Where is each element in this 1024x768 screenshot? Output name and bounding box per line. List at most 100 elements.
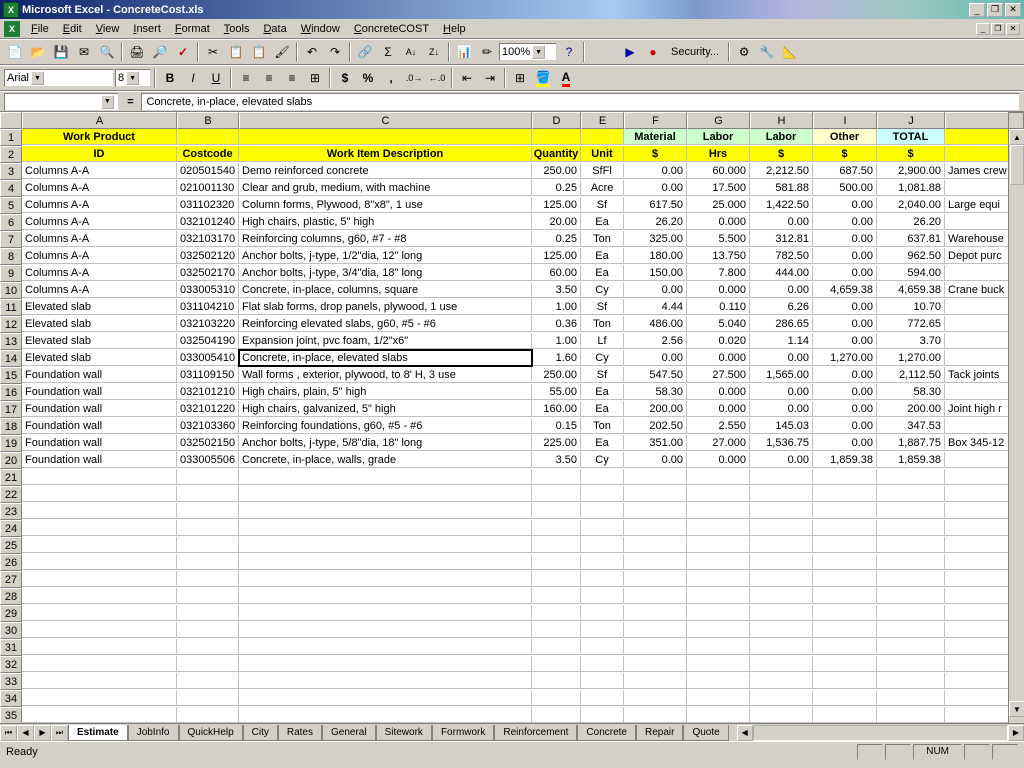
cell-11-B[interactable]: 031104210	[177, 299, 239, 315]
cell-30-10[interactable]	[945, 622, 1013, 638]
cell-5-F[interactable]: 617.50	[624, 197, 687, 213]
row-header-22[interactable]: 22	[0, 486, 22, 503]
cell-12-K[interactable]	[945, 316, 1013, 332]
cell-3-B[interactable]: 020501540	[177, 163, 239, 179]
cell-10-G[interactable]: 0.000	[687, 282, 750, 298]
cell-33-9[interactable]	[877, 673, 945, 689]
cell-18-J[interactable]: 347.53	[877, 418, 945, 434]
cell-34-1[interactable]	[177, 690, 239, 706]
cell-30-0[interactable]	[22, 622, 177, 638]
row-header-11[interactable]: 11	[0, 299, 22, 316]
cell-16-J[interactable]: 58.30	[877, 384, 945, 400]
cell-2-G[interactable]: Hrs	[687, 146, 750, 162]
cell-35-5[interactable]	[624, 707, 687, 723]
cell-13-E[interactable]: Lf	[581, 333, 624, 349]
cell-23-5[interactable]	[624, 503, 687, 519]
align-left-icon[interactable]: ≡	[235, 67, 257, 89]
cell-2-I[interactable]: $	[813, 146, 877, 162]
record-macro-icon[interactable]: ●	[642, 41, 664, 63]
cell-16-G[interactable]: 0.000	[687, 384, 750, 400]
cell-13-B[interactable]: 032504190	[177, 333, 239, 349]
cell-15-I[interactable]: 0.00	[813, 367, 877, 383]
hyperlink-icon[interactable]: 🔗	[354, 41, 376, 63]
cell-35-1[interactable]	[177, 707, 239, 723]
cell-7-K[interactable]: Warehouse	[945, 231, 1013, 247]
vertical-scrollbar[interactable]: ▲ ▼	[1008, 129, 1024, 723]
cell-1-J[interactable]: TOTAL	[877, 129, 945, 145]
cell-13-A[interactable]: Elevated slab	[22, 333, 177, 349]
cell-25-8[interactable]	[813, 537, 877, 553]
cell-34-4[interactable]	[581, 690, 624, 706]
cell-30-1[interactable]	[177, 622, 239, 638]
cell-6-H[interactable]: 0.00	[750, 214, 813, 230]
cell-23-6[interactable]	[687, 503, 750, 519]
cell-9-G[interactable]: 7.800	[687, 265, 750, 281]
controls-icon[interactable]: 📐	[779, 41, 801, 63]
cell-33-2[interactable]	[239, 673, 532, 689]
cell-13-C[interactable]: Expansion joint, pvc foam, 1/2"x6"	[239, 333, 532, 349]
zoom-combo[interactable]: 100%▼	[499, 43, 557, 61]
cell-25-0[interactable]	[22, 537, 177, 553]
cell-31-4[interactable]	[581, 639, 624, 655]
cell-2-D[interactable]: Quantity	[532, 146, 581, 162]
cell-33-3[interactable]	[532, 673, 581, 689]
cell-31-3[interactable]	[532, 639, 581, 655]
menu-insert[interactable]: Insert	[126, 21, 168, 37]
cell-28-8[interactable]	[813, 588, 877, 604]
minimize-button[interactable]: _	[969, 3, 985, 17]
cell-14-I[interactable]: 1,270.00	[813, 350, 877, 366]
cell-1-H[interactable]: Labor	[750, 129, 813, 145]
save-icon[interactable]: 💾	[50, 41, 72, 63]
cell-34-0[interactable]	[22, 690, 177, 706]
cell-26-6[interactable]	[687, 554, 750, 570]
cell-7-E[interactable]: Ton	[581, 231, 624, 247]
cell-26-4[interactable]	[581, 554, 624, 570]
cell-11-A[interactable]: Elevated slab	[22, 299, 177, 315]
row-header-21[interactable]: 21	[0, 469, 22, 486]
cell-32-6[interactable]	[687, 656, 750, 672]
cell-8-J[interactable]: 962.50	[877, 248, 945, 264]
cell-35-6[interactable]	[687, 707, 750, 723]
cell-19-F[interactable]: 351.00	[624, 435, 687, 451]
cell-28-9[interactable]	[877, 588, 945, 604]
cell-22-0[interactable]	[22, 486, 177, 502]
column-header-I[interactable]: I	[813, 112, 877, 129]
cell-16-B[interactable]: 032101210	[177, 384, 239, 400]
cell-20-G[interactable]: 0.000	[687, 452, 750, 468]
restore-button[interactable]: ❐	[987, 3, 1003, 17]
doc-restore-button[interactable]: ❐	[991, 23, 1005, 35]
cell-25-9[interactable]	[877, 537, 945, 553]
cell-33-6[interactable]	[687, 673, 750, 689]
cell-11-C[interactable]: Flat slab forms, drop panels, plywood, 1…	[239, 299, 532, 315]
cell-33-5[interactable]	[624, 673, 687, 689]
cell-4-K[interactable]	[945, 180, 1013, 196]
cell-20-J[interactable]: 1,859.38	[877, 452, 945, 468]
cell-29-9[interactable]	[877, 605, 945, 621]
cell-27-6[interactable]	[687, 571, 750, 587]
column-header-J[interactable]: J	[877, 112, 945, 129]
cell-21-7[interactable]	[750, 469, 813, 485]
cell-9-H[interactable]: 444.00	[750, 265, 813, 281]
column-header-F[interactable]: F	[624, 112, 687, 129]
cell-21-8[interactable]	[813, 469, 877, 485]
cell-11-J[interactable]: 10.70	[877, 299, 945, 315]
cell-19-C[interactable]: Anchor bolts, j-type, 5/8"dia, 18" long	[239, 435, 532, 451]
cell-8-I[interactable]: 0.00	[813, 248, 877, 264]
cell-14-B[interactable]: 033005410	[177, 350, 239, 366]
cell-9-I[interactable]: 0.00	[813, 265, 877, 281]
cell-8-D[interactable]: 125.00	[532, 248, 581, 264]
cell-30-6[interactable]	[687, 622, 750, 638]
cell-20-I[interactable]: 1,859.38	[813, 452, 877, 468]
cut-icon[interactable]: ✂	[202, 41, 224, 63]
cell-6-A[interactable]: Columns A-A	[22, 214, 177, 230]
cell-27-7[interactable]	[750, 571, 813, 587]
cell-28-6[interactable]	[687, 588, 750, 604]
cell-30-7[interactable]	[750, 622, 813, 638]
cell-20-E[interactable]: Cy	[581, 452, 624, 468]
cell-34-3[interactable]	[532, 690, 581, 706]
cell-27-3[interactable]	[532, 571, 581, 587]
cell-28-3[interactable]	[532, 588, 581, 604]
cell-17-J[interactable]: 200.00	[877, 401, 945, 417]
menu-data[interactable]: Data	[256, 21, 293, 37]
tab-nav-first-icon[interactable]: ⏮	[0, 725, 17, 741]
